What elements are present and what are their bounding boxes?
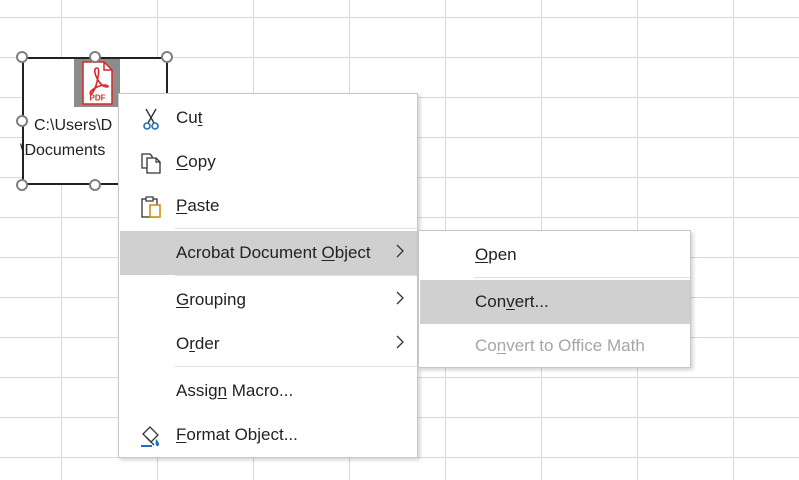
acrobat-object-submenu: Open Convert... Convert to Office Math bbox=[418, 230, 691, 368]
grid-column-line bbox=[733, 0, 734, 480]
submenu-item-label: Open bbox=[475, 245, 517, 264]
chevron-right-icon bbox=[395, 288, 405, 308]
menu-item-order[interactable]: Order bbox=[120, 322, 417, 366]
menu-item-label: Paste bbox=[176, 196, 220, 215]
menu-item-label: Copy bbox=[176, 152, 216, 171]
submenu-item-convert[interactable]: Convert... bbox=[420, 280, 690, 324]
submenu-item-convert-to-office-math[interactable]: Convert to Office Math bbox=[420, 324, 690, 368]
menu-separator bbox=[175, 366, 417, 367]
menu-item-grouping[interactable]: Grouping bbox=[120, 278, 417, 322]
chevron-right-icon bbox=[395, 241, 405, 261]
menu-item-copy[interactable]: Copy bbox=[120, 140, 417, 184]
menu-item-label: Assign Macro... bbox=[176, 381, 294, 400]
menu-item-label: Cut bbox=[176, 108, 203, 127]
menu-item-label: Acrobat Document Object bbox=[176, 243, 371, 262]
scissors-icon bbox=[138, 106, 164, 132]
resize-handle-bottom-left[interactable] bbox=[16, 179, 28, 191]
menu-item-cut[interactable]: Cut bbox=[120, 96, 417, 140]
context-menu: Cut Copy Paste Acrobat Document Object G… bbox=[118, 93, 418, 458]
resize-handle-top-right[interactable] bbox=[161, 51, 173, 63]
menu-item-label: Order bbox=[176, 334, 220, 353]
menu-item-label: Format Object... bbox=[176, 425, 298, 444]
submenu-item-label: Convert to Office Math bbox=[475, 336, 645, 355]
pdf-icon-label: PDF bbox=[90, 94, 106, 103]
menu-separator bbox=[175, 228, 417, 229]
menu-item-paste[interactable]: Paste bbox=[120, 184, 417, 228]
submenu-item-open[interactable]: Open bbox=[420, 233, 690, 277]
resize-handle-top-center[interactable] bbox=[89, 51, 101, 63]
menu-separator bbox=[175, 275, 417, 276]
paste-icon bbox=[138, 194, 164, 220]
resize-handle-top-left[interactable] bbox=[16, 51, 28, 63]
menu-separator bbox=[474, 277, 690, 278]
resize-handle-bottom-center[interactable] bbox=[89, 179, 101, 191]
copy-icon bbox=[138, 150, 164, 176]
pdf-file-icon[interactable]: PDF bbox=[74, 59, 120, 107]
format-object-icon bbox=[138, 423, 164, 449]
chevron-right-icon bbox=[395, 332, 405, 352]
menu-item-acrobat-document-object[interactable]: Acrobat Document Object bbox=[120, 231, 417, 275]
submenu-item-label: Convert... bbox=[475, 292, 549, 311]
menu-item-assign-macro[interactable]: Assign Macro... bbox=[120, 369, 417, 413]
resize-handle-middle-left[interactable] bbox=[16, 115, 28, 127]
menu-item-format-object[interactable]: Format Object... bbox=[120, 413, 417, 457]
grid-row-line bbox=[0, 17, 799, 18]
menu-item-label: Grouping bbox=[176, 290, 246, 309]
